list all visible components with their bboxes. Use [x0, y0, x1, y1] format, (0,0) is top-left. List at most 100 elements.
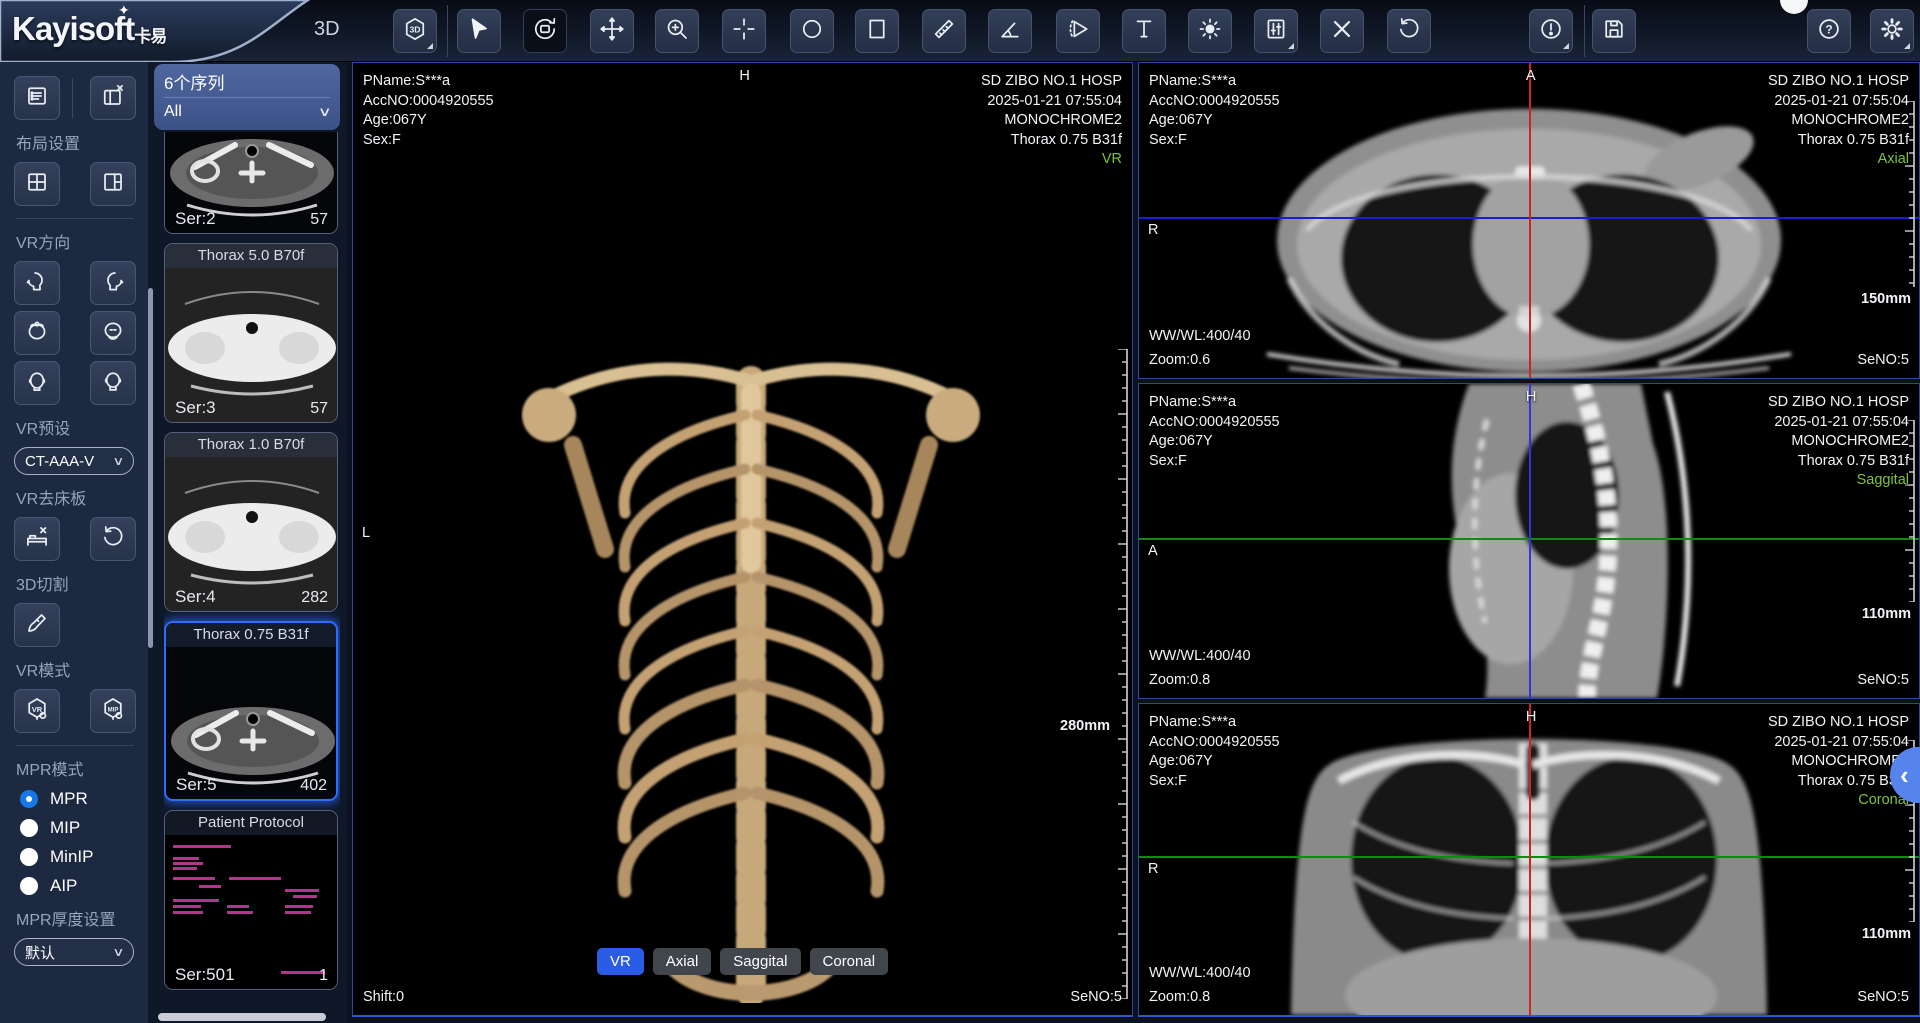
vr-preset-select[interactable]: CT-AAA-V ∨: [14, 447, 134, 475]
series-horizontal-scrollbar[interactable]: [158, 1013, 326, 1021]
window-levels-button[interactable]: [1254, 9, 1298, 53]
svg-text:MIP: MIP: [108, 707, 119, 713]
mpr-mode-option-aip[interactable]: AIP: [20, 876, 136, 896]
main-content: 布局设置 VR方向 VR预设 CT-AAA-V ∨: [0, 62, 1920, 1023]
series-thumbnail[interactable]: Thorax 5.0 B70fSer:357: [164, 243, 338, 423]
cobb-angle-button[interactable]: [1056, 9, 1100, 53]
vr-view-back-button[interactable]: [90, 361, 136, 405]
layout-settings-label: 布局设置: [16, 130, 136, 154]
brightness-button[interactable]: [1188, 9, 1232, 53]
mpr-mode-option-minip[interactable]: MinIP: [20, 847, 136, 867]
study-info: SD ZIBO NO.1 HOSP2025-01-21 07:55:04MONO…: [1768, 713, 1909, 791]
mpr-mode-option-mip[interactable]: MIP: [20, 818, 136, 838]
vr-view-bottom-button[interactable]: [90, 311, 136, 355]
patient-info-line: Sex:F: [363, 131, 494, 151]
reference-line-vertical[interactable]: [1529, 63, 1531, 378]
vr-mode-mip-button[interactable]: MIP: [90, 689, 136, 733]
series-no-label: SeNO:5: [1857, 352, 1909, 368]
delete-button[interactable]: [1320, 9, 1364, 53]
window-level-label: WW/WL:400/40: [1149, 328, 1251, 344]
vr-view-front-button[interactable]: [14, 361, 60, 405]
axial-viewport[interactable]: PName:S***aAccNO:0004920555Age:067YSex:F…: [1138, 62, 1920, 379]
view-3d-button[interactable]: 3D: [393, 9, 437, 53]
patient-info: PName:S***aAccNO:0004920555Age:067YSex:F: [1149, 393, 1280, 471]
close-panel-button[interactable]: [90, 76, 136, 120]
sidebar: 布局设置 VR方向 VR预设 CT-AAA-V ∨: [0, 62, 148, 1023]
angle-button[interactable]: [988, 9, 1032, 53]
cursor-button[interactable]: [457, 9, 501, 53]
study-info-line: MONOCHROME2: [1768, 432, 1909, 452]
ruler-button[interactable]: [922, 9, 966, 53]
ruler-icon: [931, 16, 957, 47]
series-thumbnail[interactable]: Patient ProtocolSer:5011: [164, 810, 338, 990]
svg-text:3D: 3D: [409, 24, 420, 34]
sagittal-viewport[interactable]: PName:S***aAccNO:0004920555Age:067YSex:F…: [1138, 383, 1920, 699]
vr-viewport[interactable]: PName:S***aAccNO:0004920555Age:067YSex:F…: [352, 62, 1133, 1017]
reference-line-vertical[interactable]: [1529, 384, 1531, 698]
scalpel-cut-button[interactable]: [14, 603, 60, 647]
view-button-vr[interactable]: VR: [597, 948, 644, 975]
patient-info-line: AccNO:0004920555: [363, 92, 494, 112]
head-top-icon: [24, 318, 50, 349]
patient-info-line: Sex:F: [1149, 131, 1280, 151]
cut-3d-label: 3D切割: [16, 571, 136, 595]
vr-view-right-button[interactable]: [90, 261, 136, 305]
text-annotation-icon: [1131, 16, 1157, 47]
coronal-viewport[interactable]: PName:S***aAccNO:0004920555Age:067YSex:F…: [1138, 703, 1920, 1017]
reset-icon: [100, 524, 126, 555]
split-layout-button[interactable]: [90, 162, 136, 206]
study-info-line: SD ZIBO NO.1 HOSP: [1768, 713, 1909, 733]
view-button-saggital[interactable]: Saggital: [720, 948, 800, 975]
avatar[interactable]: [1780, 0, 1808, 14]
save-button[interactable]: [1592, 9, 1636, 53]
zoom-in-button[interactable]: [655, 9, 699, 53]
rect-roi-button[interactable]: [855, 9, 899, 53]
remove-bed-button[interactable]: [14, 517, 60, 561]
reference-line-vertical[interactable]: [1529, 704, 1531, 1015]
study-info-line: MONOCHROME2: [1768, 752, 1909, 772]
toolbar-separator: [1584, 5, 1585, 57]
radio-icon[interactable]: [20, 848, 38, 866]
series-thumbnail[interactable]: Thorax 1.0 B70fSer:4282: [164, 432, 338, 612]
layout-list-button[interactable]: [14, 76, 60, 120]
settings-icon: [1879, 16, 1905, 47]
series-thumbnail-image: [166, 623, 336, 799]
view-button-coronal[interactable]: Coronal: [810, 948, 889, 975]
mpr-thickness-select[interactable]: 默认 ∨: [14, 938, 134, 966]
radio-label: MIP: [50, 818, 80, 838]
vr-mode-vr-button[interactable]: VR: [14, 689, 60, 733]
vr-view-left-button[interactable]: [14, 261, 60, 305]
view-button-axial[interactable]: Axial: [653, 948, 712, 975]
series-image-count: 402: [300, 777, 327, 795]
pan-button[interactable]: [590, 9, 634, 53]
warning-info-button[interactable]: [1529, 9, 1573, 53]
series-image-count: 1: [319, 967, 328, 985]
series-thumbnail[interactable]: Ser:257: [164, 132, 338, 234]
text-annotation-button[interactable]: [1122, 9, 1166, 53]
help-button[interactable]: ?: [1807, 9, 1851, 53]
ellipse-roi-button[interactable]: [790, 9, 834, 53]
rotate-3d-button[interactable]: [523, 9, 567, 53]
restore-bed-button[interactable]: [90, 517, 136, 561]
brightness-icon: [1197, 16, 1223, 47]
series-filter-select[interactable]: All ∨: [164, 97, 330, 125]
grid-layout-button[interactable]: [14, 162, 60, 206]
mpr-mode-option-mpr[interactable]: MPR: [20, 789, 136, 809]
settings-button[interactable]: [1870, 9, 1914, 53]
radio-icon[interactable]: [20, 819, 38, 837]
pan-icon: [599, 16, 625, 47]
series-thumbnail[interactable]: Thorax 0.75 B31fSer:5402: [164, 621, 338, 801]
series-title: Thorax 1.0 B70f: [165, 433, 337, 457]
radio-icon[interactable]: [20, 790, 38, 808]
localize-crosshair-button[interactable]: [722, 9, 766, 53]
zoom-label: Zoom:0.8: [1149, 672, 1210, 688]
series-vertical-scrollbar[interactable]: [148, 288, 153, 648]
series-number: Ser:5: [176, 775, 217, 795]
svg-text:?: ?: [1825, 22, 1832, 36]
reset-button[interactable]: [1387, 9, 1431, 53]
orientation-left-label: R: [1148, 861, 1158, 877]
patient-info-line: PName:S***a: [1149, 393, 1280, 413]
vr-view-top-button[interactable]: [14, 311, 60, 355]
radio-icon[interactable]: [20, 877, 38, 895]
svg-text:VR: VR: [32, 704, 43, 713]
